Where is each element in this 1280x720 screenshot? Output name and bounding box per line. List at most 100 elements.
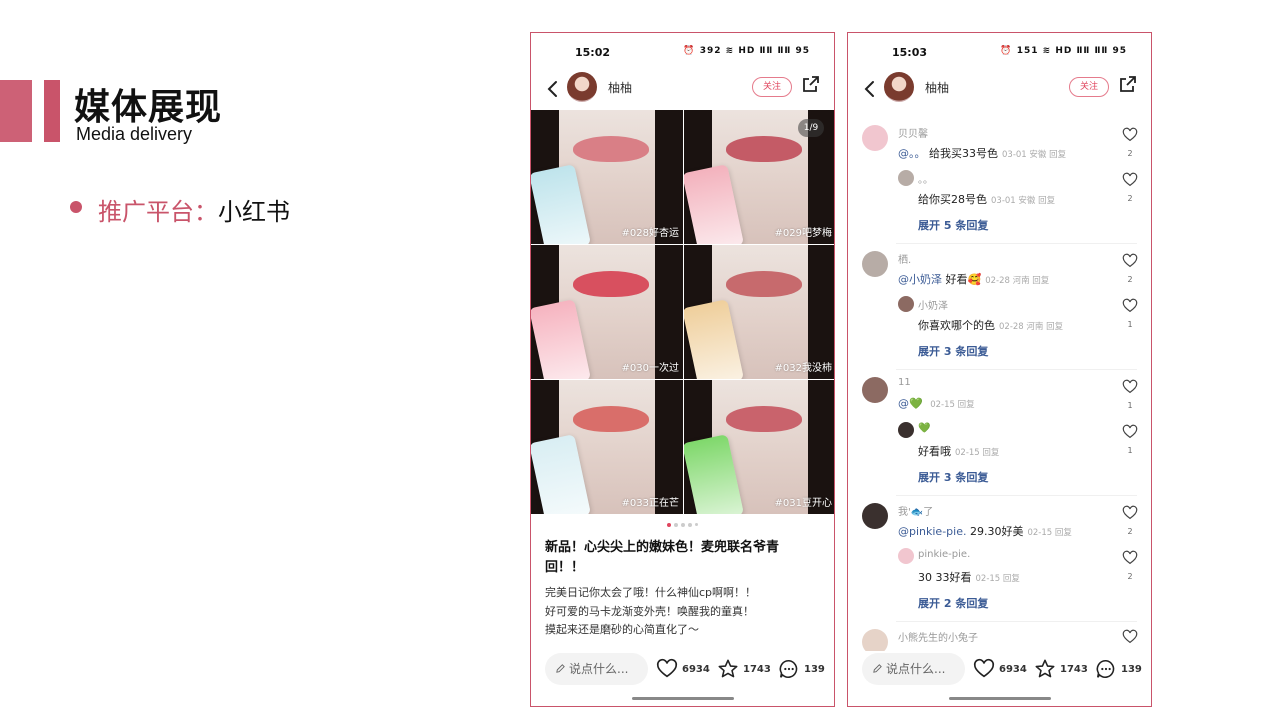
commenter-name[interactable]: 栖. — [898, 251, 911, 266]
carousel-dot — [681, 523, 685, 527]
comment-input[interactable]: 说点什么... — [862, 653, 965, 685]
comment-meta[interactable]: 03-01 安徽 回复 — [1002, 150, 1066, 160]
share-icon[interactable] — [1118, 74, 1138, 94]
author-name[interactable]: 柚柚 — [608, 79, 632, 96]
post-body-line: 摸起来还是磨砂的心简直化了～ — [545, 623, 699, 636]
comment-input[interactable]: 说点什么... — [545, 653, 648, 685]
reply-like-button[interactable]: 1 — [1121, 298, 1139, 329]
commenter-avatar[interactable] — [862, 377, 888, 403]
reply-name[interactable]: pinkie-pie. — [918, 549, 970, 560]
lips-shape — [726, 136, 802, 162]
favorite-count: 1743 — [1060, 663, 1088, 675]
comment-text: @pinkie-pie. 29.30好美 02-15 回复 — [898, 523, 1072, 539]
heart-icon — [1122, 379, 1138, 394]
reply-body: 你喜欢哪个的色 — [918, 319, 995, 332]
reply-body: 给你买28号色 — [918, 193, 987, 206]
comment-like-button[interactable]: 2 — [1121, 127, 1139, 158]
bullet-label: 推广平台： — [98, 198, 218, 226]
author-name[interactable]: 柚柚 — [925, 79, 949, 96]
heart-icon — [1122, 298, 1138, 313]
comment-meta[interactable]: 02-28 河南 回复 — [985, 276, 1049, 286]
phone-screenshot-comments: 15:03 ⏰ 151 ≋ HD ⅡⅡ ⅡⅡ 95 柚柚 关注 贝贝馨 @。。 给… — [847, 32, 1152, 707]
follow-button[interactable]: 关注 — [1069, 77, 1109, 97]
bullet-dot — [70, 201, 82, 213]
shade-label: #033正在芒 — [621, 498, 679, 509]
reply-avatar[interactable] — [898, 296, 914, 312]
reply-meta[interactable]: 02-15 回复 — [976, 574, 1020, 584]
heart-icon — [1122, 424, 1138, 439]
commenter-name[interactable]: 11 — [898, 377, 911, 388]
comment-mention[interactable]: @💚 — [898, 397, 923, 410]
back-arrow-icon[interactable] — [543, 77, 563, 101]
reply-avatar[interactable] — [898, 548, 914, 564]
reply-meta[interactable]: 02-15 回复 — [955, 448, 999, 458]
commenter-avatar[interactable] — [862, 251, 888, 277]
product-image[interactable]: #028好杏运 — [531, 110, 683, 244]
commenter-avatar[interactable] — [862, 125, 888, 151]
engagement-bar: 说点什么... 6934 1743 139 — [531, 651, 834, 691]
reply-name[interactable]: 小奶泽 — [918, 297, 948, 312]
home-indicator — [632, 697, 734, 700]
commenter-name[interactable]: 我'🐟了 — [898, 503, 933, 518]
status-bar: 15:03 ⏰ 151 ≋ HD ⅡⅡ ⅡⅡ 95 — [848, 33, 1151, 69]
reply-avatar[interactable] — [898, 170, 914, 186]
follow-button[interactable]: 关注 — [752, 77, 792, 97]
reply-like-count: 1 — [1127, 320, 1133, 329]
share-icon[interactable] — [801, 74, 821, 94]
comment-meta[interactable]: 02-15 回复 — [1027, 528, 1071, 538]
product-image[interactable]: #031豆开心 — [684, 380, 834, 514]
commenter-name[interactable]: 贝贝馨 — [898, 125, 928, 140]
comment-like-button[interactable] — [1121, 629, 1139, 649]
heart-icon — [973, 658, 995, 678]
comment-placeholder: 说点什么... — [569, 662, 629, 676]
reply-like-button[interactable]: 2 — [1121, 550, 1139, 581]
commenter-name[interactable]: 小熊先生的小兔子 — [898, 629, 978, 644]
author-avatar[interactable] — [567, 72, 597, 102]
comment-like-count: 1 — [1127, 401, 1133, 410]
reply-name[interactable]: 。。 — [918, 171, 933, 186]
thread-divider — [896, 495, 1137, 496]
favorite-button[interactable]: 1743 — [1034, 657, 1088, 681]
reply-name[interactable]: 💚 — [918, 423, 930, 434]
expand-replies-link[interactable]: 展开 5 条回复 — [918, 217, 988, 233]
comment-mention[interactable]: @pinkie-pie. — [898, 525, 966, 538]
thread-divider — [896, 621, 1137, 622]
like-count: 6934 — [999, 663, 1027, 675]
like-button[interactable]: 6934 — [656, 657, 710, 681]
reply-like-button[interactable]: 2 — [1121, 172, 1139, 203]
comment-meta[interactable]: 02-15 回复 — [930, 400, 974, 410]
accent-bar-wide — [0, 80, 32, 142]
comment-like-count: 2 — [1127, 149, 1133, 158]
comment-like-button[interactable]: 2 — [1121, 253, 1139, 284]
reply-like-button[interactable]: 1 — [1121, 424, 1139, 455]
product-image[interactable]: #030一次过 — [531, 245, 683, 379]
reply-text: 给你买28号色 03-01 安徽 回复 — [918, 191, 1055, 207]
commenter-avatar[interactable] — [862, 629, 888, 651]
commenter-avatar[interactable] — [862, 503, 888, 529]
post-body-line: 好可爱的马卡龙渐变外壳！唤醒我的童真！ — [545, 604, 754, 618]
reply-meta[interactable]: 03-01 安徽 回复 — [991, 196, 1055, 206]
status-icons: ⏰ 151 ≋ HD ⅡⅡ ⅡⅡ 95 — [1000, 46, 1127, 56]
author-avatar[interactable] — [884, 72, 914, 102]
lips-shape — [573, 406, 649, 432]
post-title: 新品！心尖尖上的嫩妹色！麦兜联名爷青回！！ — [545, 540, 780, 575]
product-image-grid[interactable]: #028好杏运 #029吧梦梅 #030一次过 #032我没柿 #033正在芒 #031豆… — [531, 110, 834, 514]
like-button[interactable]: 6934 — [973, 657, 1027, 681]
comment-mention[interactable]: @。。 — [898, 147, 926, 160]
reply-meta[interactable]: 02-28 河南 回复 — [999, 322, 1063, 332]
status-time: 15:02 — [575, 46, 611, 59]
post-body-line: 完美日记你太会了哦！什么神仙cp啊啊！！ — [545, 586, 757, 599]
expand-replies-link[interactable]: 展开 2 条回复 — [918, 595, 988, 611]
comment-like-button[interactable]: 2 — [1121, 505, 1139, 536]
expand-replies-link[interactable]: 展开 3 条回复 — [918, 469, 988, 485]
comments-button[interactable]: 139 — [1095, 657, 1142, 681]
comment-mention[interactable]: @小奶泽 — [898, 273, 942, 286]
expand-replies-link[interactable]: 展开 3 条回复 — [918, 343, 988, 359]
comments-button[interactable]: 139 — [778, 657, 825, 681]
product-image[interactable]: #032我没柿 — [684, 245, 834, 379]
reply-avatar[interactable] — [898, 422, 914, 438]
back-arrow-icon[interactable] — [860, 77, 880, 101]
favorite-button[interactable]: 1743 — [717, 657, 771, 681]
product-image[interactable]: #033正在芒 — [531, 380, 683, 514]
comment-like-button[interactable]: 1 — [1121, 379, 1139, 410]
